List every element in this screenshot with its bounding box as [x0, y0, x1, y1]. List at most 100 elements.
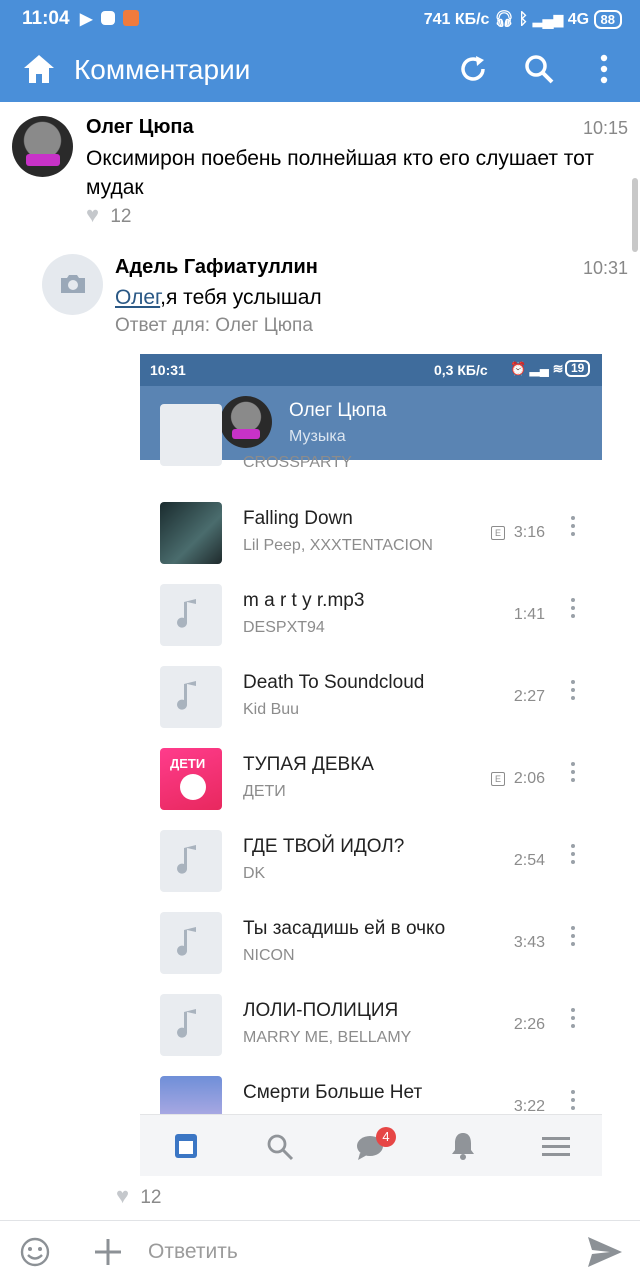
app-notification-icon	[123, 10, 140, 26]
refresh-icon[interactable]	[458, 54, 488, 84]
track-more-icon	[570, 844, 576, 868]
track-title: ТУПАЯ ДЕВКА	[243, 754, 374, 775]
more-vert-icon[interactable]	[599, 54, 609, 84]
heart-icon: ♥	[116, 1183, 130, 1208]
avatar-logo	[26, 154, 60, 166]
track-row[interactable]: m a r t y r.mp3 DESPXT94 1:41	[140, 584, 602, 666]
menu-icon	[542, 1137, 570, 1156]
play-icon: ▶	[80, 11, 93, 28]
track-title: Ты засадишь ей в очко	[243, 918, 446, 939]
comment-body: ,я тебя услышал	[160, 286, 322, 309]
music-note-icon	[160, 994, 222, 1056]
comment-text: Оксимирон поебень полнейшая кто его слуш…	[86, 147, 595, 199]
battery-icon: 88	[593, 10, 622, 29]
music-note-icon	[160, 404, 222, 466]
track-row[interactable]: ДЕТИ ТУПАЯ ДЕВКА ДЕТИ E 2:06	[140, 748, 602, 830]
comment-time: 10:31	[582, 258, 628, 278]
embedded-status-bar: 10:31 0,3 КБ/с ⏰ ▂▄ ≋ 19	[140, 354, 602, 386]
reply-bar	[0, 1220, 640, 1281]
track-duration: 1:41	[513, 606, 545, 623]
app-bar: Комментарии	[0, 36, 640, 102]
track-title: m a r t y r.mp3	[243, 590, 365, 611]
music-note-icon	[160, 830, 222, 892]
track-more-icon	[570, 516, 576, 540]
track-more-icon	[570, 1008, 576, 1032]
track-artist: Lil Peep, XXXTENTACION	[243, 537, 433, 554]
embedded-status-time: 10:31	[150, 362, 186, 378]
track-title: Смерти Больше Нет	[243, 1082, 423, 1103]
home-icon[interactable]	[22, 53, 56, 85]
add-attachment-icon[interactable]	[94, 1238, 122, 1266]
status-time: 11:04	[22, 8, 70, 29]
track-more-icon	[570, 680, 576, 704]
track-row: CROSSPARTY	[140, 404, 602, 472]
track-title: Death To Soundcloud	[243, 672, 425, 693]
track-artist: DESPXT94	[243, 619, 325, 636]
comment: Адель Гафиатуллин 10:31 Олег,я тебя услы…	[0, 244, 640, 354]
track-duration: 2:06	[513, 770, 545, 787]
like-count: 12	[110, 206, 132, 227]
track-more-icon	[570, 1090, 576, 1114]
signal-icon: ▂▄▆	[532, 11, 564, 28]
track-title: ГДЕ ТВОЙ ИДОЛ?	[243, 836, 405, 857]
embedded-battery-icon: 19	[565, 360, 591, 377]
music-note-icon	[160, 912, 222, 974]
bell-icon	[452, 1133, 474, 1160]
track-more-icon	[570, 762, 576, 786]
comment-time: 10:15	[582, 118, 628, 138]
track-row[interactable]: Death To Soundcloud Kid Buu 2:27	[140, 666, 602, 748]
music-note-icon	[160, 584, 222, 646]
reply-input[interactable]	[146, 1235, 570, 1269]
comment-author[interactable]: Адель Гафиатуллин	[115, 256, 318, 279]
track-artist: MARRY ME, BELLAMY	[243, 1029, 412, 1046]
like-button[interactable]: ♥ 12	[86, 202, 131, 228]
bluetooth-icon: ᛒ	[518, 11, 529, 28]
track-artist: CROSSPARTY	[243, 454, 352, 471]
album-cover-image: ДЕТИ	[160, 748, 222, 810]
track-duration: 2:27	[513, 688, 545, 705]
track-duration: 2:26	[513, 1016, 545, 1033]
album-cover-image	[160, 502, 222, 564]
track-duration: 3:43	[513, 934, 545, 951]
like-count: 12	[140, 1187, 162, 1208]
reply-to[interactable]: Ответ для: Олег Цюпа	[115, 315, 313, 337]
headphones-icon: 🎧︎	[493, 11, 515, 28]
track-title: Falling Down	[243, 508, 353, 529]
heart-icon: ♥	[86, 202, 100, 227]
page-title: Комментарии	[74, 54, 251, 85]
status-notification-icons: ▶	[80, 9, 140, 29]
scrollbar[interactable]	[632, 178, 638, 252]
vk-notification-icon	[100, 11, 115, 25]
news-feed-icon	[175, 1134, 197, 1158]
track-row[interactable]: Ты засадишь ей в очко NICON 3:43	[140, 912, 602, 994]
search-icon[interactable]	[523, 53, 555, 85]
emoji-icon[interactable]	[20, 1237, 50, 1267]
status-bar: 11:04 ▶ 741 КБ/с 🎧︎ ᛒ ▂▄▆ 4G 88	[0, 0, 640, 36]
embedded-status-speed: 0,3 КБ/с	[434, 362, 488, 378]
comment-author[interactable]: Олег Цюпа	[86, 116, 194, 139]
messages-badge: 4	[376, 1127, 396, 1147]
avatar[interactable]	[42, 254, 103, 315]
attached-screenshot[interactable]: 10:31 0,3 КБ/с ⏰ ▂▄ ≋ 19 Олег Цюпа Музык…	[140, 354, 602, 1176]
track-duration: 2:54	[513, 852, 545, 869]
track-artist: ДЕТИ	[243, 783, 286, 800]
track-row[interactable]: Falling Down Lil Peep, XXXTENTACION E 3:16	[140, 502, 602, 584]
comment: Олег Цюпа 10:15 Оксимирон поебень полней…	[0, 102, 640, 234]
track-row[interactable]: ГДЕ ТВОЙ ИДОЛ? DK 2:54	[140, 830, 602, 912]
embedded-status-icons: ⏰ ▂▄ ≋	[510, 361, 564, 376]
track-more-icon	[570, 598, 576, 622]
mention-link[interactable]: Олег	[115, 286, 160, 309]
network-type: 4G	[567, 11, 590, 28]
avatar[interactable]	[12, 116, 73, 177]
track-artist: NICON	[243, 947, 295, 964]
like-button[interactable]: ♥ 12	[116, 1183, 161, 1209]
track-row[interactable]: ЛОЛИ-ПОЛИЦИЯ MARRY ME, BELLAMY 2:26	[140, 994, 602, 1076]
track-duration: 3:16	[513, 524, 545, 541]
send-icon[interactable]	[586, 1235, 624, 1269]
embedded-bottom-nav: 4	[140, 1114, 602, 1176]
track-title: ЛОЛИ-ПОЛИЦИЯ	[243, 1000, 399, 1021]
network-speed: 741 КБ/с	[423, 11, 490, 28]
comment-text: Олег,я тебя услышал	[115, 283, 322, 312]
track-artist: Kid Buu	[243, 701, 300, 718]
track-artist: DK	[243, 865, 266, 882]
